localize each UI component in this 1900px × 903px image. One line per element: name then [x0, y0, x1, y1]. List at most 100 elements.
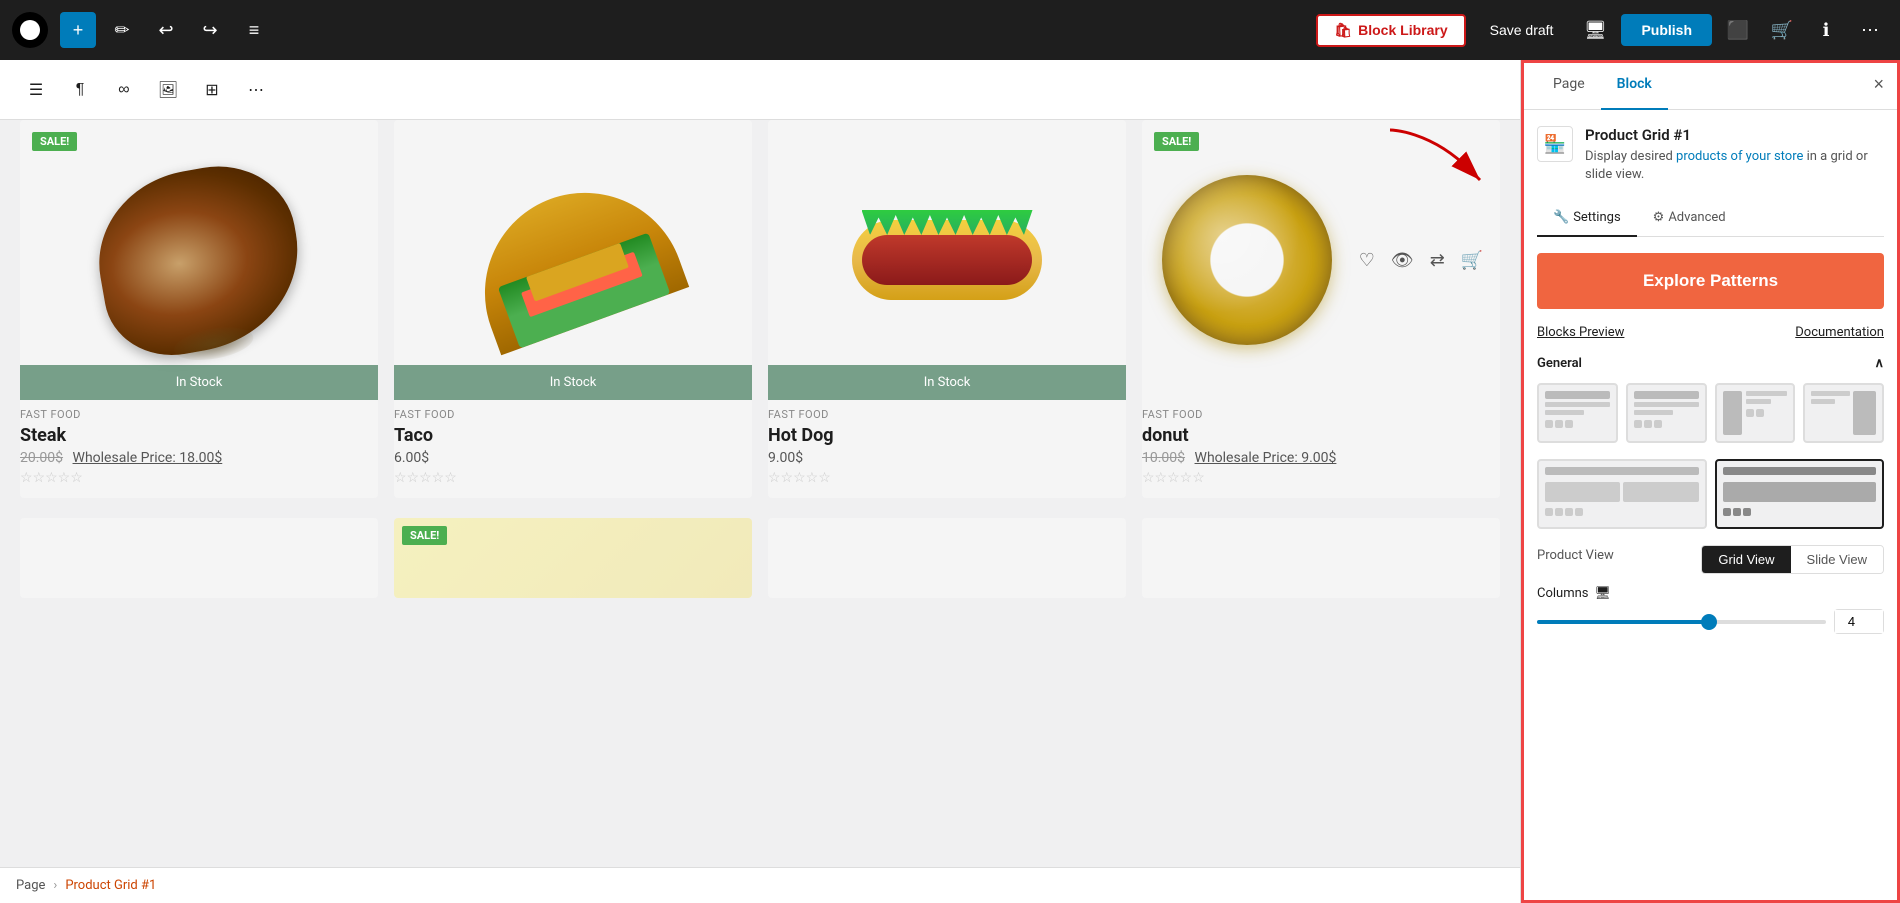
product-info: FAST FOOD Steak 20.00$ Wholesale Price: …	[20, 400, 378, 498]
product-card-partial	[1142, 518, 1500, 598]
list-view-button[interactable]: ≡	[236, 12, 272, 48]
block-desc-link[interactable]: products of your store	[1676, 149, 1803, 164]
right-sidebar: Page Block × 🏪 Product Grid #1 Display d…	[1520, 60, 1900, 903]
products-grid-partial: SALE!	[20, 518, 1500, 598]
product-card: SALE! ♡ 👁 ⇄ 🛒 FAST FOOD donut 10.00$	[1142, 120, 1500, 498]
product-actions: ♡ 👁 ⇄ 🛒	[1347, 238, 1496, 283]
block-icon-symbol: 🏪	[1544, 134, 1566, 155]
media-button[interactable]: 🖼	[148, 70, 188, 110]
product-price: 20.00$ Wholesale Price: 18.00$	[20, 450, 378, 466]
product-category: FAST FOOD	[20, 408, 378, 421]
save-draft-button[interactable]: Save draft	[1474, 16, 1570, 44]
sidebar-close-button[interactable]: ×	[1873, 74, 1884, 95]
block-library-label: Block Library	[1358, 22, 1447, 38]
product-image-area: SALE! ♡ 👁 ⇄ 🛒	[1142, 120, 1500, 400]
breadcrumb-separator: ›	[53, 878, 57, 893]
layout-options-row2	[1537, 459, 1884, 529]
block-desc: Display desired products of your store i…	[1585, 148, 1884, 184]
columns-label: Columns 🖥	[1537, 586, 1884, 601]
wholesale-price: Wholesale Price: 9.00$	[1195, 450, 1337, 466]
table-button[interactable]: ⊞	[192, 70, 232, 110]
columns-input[interactable]	[1835, 610, 1883, 633]
link-button[interactable]: ∞	[104, 70, 144, 110]
product-name: Steak	[20, 425, 378, 446]
explore-patterns-button[interactable]: Explore Patterns	[1537, 253, 1884, 309]
general-section: General ∧	[1537, 356, 1884, 634]
general-section-header[interactable]: General ∧	[1537, 356, 1884, 371]
help-button[interactable]: ℹ	[1808, 12, 1844, 48]
top-bar: + ✏ ↩ ↪ ≡ 🛍 Block Library Save draft 🖥 P…	[0, 0, 1900, 60]
product-info: FAST FOOD Hot Dog 9.00$ ☆☆☆☆☆	[768, 400, 1126, 498]
columns-section: Columns 🖥	[1537, 586, 1884, 634]
add-block-button[interactable]: +	[60, 12, 96, 48]
settings-tab[interactable]: 🔧 Settings	[1537, 200, 1637, 237]
compare-icon[interactable]: ⇄	[1430, 250, 1445, 271]
products-grid: SALE! In Stock FAST FOOD Steak 20.00$ Wh…	[20, 120, 1500, 498]
settings-icon-button[interactable]: ⬛	[1720, 12, 1756, 48]
in-stock-bar: In Stock	[768, 365, 1126, 400]
sale-badge: SALE!	[32, 132, 77, 151]
product-card: In Stock FAST FOOD Hot Dog 9.00$ ☆☆☆☆☆	[768, 120, 1126, 498]
grid-view-button[interactable]: Grid View	[1702, 546, 1790, 573]
product-card-partial: SALE!	[394, 518, 752, 598]
product-image-area: SALE! In Stock	[20, 120, 378, 400]
layout-option-1[interactable]	[1537, 383, 1618, 443]
blocks-preview-link[interactable]: Blocks Preview	[1537, 325, 1624, 340]
documentation-link[interactable]: Documentation	[1795, 325, 1884, 340]
paragraph-button[interactable]: ¶	[60, 70, 100, 110]
breadcrumb-current[interactable]: Product Grid #1	[65, 878, 156, 893]
columns-slider[interactable]	[1537, 620, 1826, 624]
block-library-button[interactable]: 🛍 Block Library	[1316, 14, 1465, 47]
block-library-icon: 🛍	[1334, 22, 1352, 39]
publish-button[interactable]: Publish	[1621, 14, 1712, 46]
breadcrumb-page: Page	[16, 878, 45, 893]
in-stock-bar: In Stock	[20, 365, 378, 400]
main-content: SALE! In Stock FAST FOOD Steak 20.00$ Wh…	[0, 60, 1520, 867]
monitor-icon: 🖥	[1595, 586, 1612, 601]
product-name: Hot Dog	[768, 425, 1126, 446]
product-name: Taco	[394, 425, 752, 446]
layout-option-4[interactable]	[1803, 383, 1884, 443]
sale-badge: SALE!	[1154, 132, 1199, 151]
more-options-button[interactable]: ⋯	[1852, 12, 1888, 48]
block-icon: 🏪	[1537, 126, 1573, 162]
product-card: In Stock FAST FOOD Taco 6.00$ ☆☆☆☆☆	[394, 120, 752, 498]
collapse-icon: ∧	[1874, 356, 1884, 371]
product-rating: ☆☆☆☆☆	[20, 470, 378, 486]
sale-badge-partial: SALE!	[402, 526, 447, 545]
product-card: SALE! In Stock FAST FOOD Steak 20.00$ Wh…	[20, 120, 378, 498]
product-price: 10.00$ Wholesale Price: 9.00$	[1142, 450, 1500, 466]
product-rating: ☆☆☆☆☆	[1142, 470, 1500, 486]
more-sec-button[interactable]: ⋯	[236, 70, 276, 110]
sidebar-tabs: Page Block ×	[1521, 60, 1900, 110]
view-toggle: Grid View Slide View	[1701, 545, 1884, 574]
basket-button[interactable]: 🛒	[1764, 12, 1800, 48]
block-info: Product Grid #1 Display desired products…	[1585, 126, 1884, 184]
layout-option-5[interactable]	[1537, 459, 1707, 529]
layout-option-6[interactable]	[1715, 459, 1885, 529]
gear-icon: ⚙	[1653, 210, 1665, 225]
redo-button[interactable]: ↪	[192, 12, 228, 48]
view-toggle-button[interactable]: 🖥	[1577, 12, 1613, 48]
block-tab[interactable]: Block	[1601, 60, 1668, 110]
wishlist-icon[interactable]: ♡	[1359, 250, 1375, 271]
product-image-area: In Stock	[394, 120, 752, 400]
cart-icon[interactable]: 🛒	[1461, 250, 1483, 271]
sidebar-content: 🏪 Product Grid #1 Display desired produc…	[1521, 110, 1900, 903]
layout-option-2[interactable]	[1626, 383, 1707, 443]
block-header: 🏪 Product Grid #1 Display desired produc…	[1537, 126, 1884, 184]
page-tab[interactable]: Page	[1537, 60, 1601, 110]
edit-button[interactable]: ✏	[104, 12, 140, 48]
product-info: FAST FOOD donut 10.00$ Wholesale Price: …	[1142, 400, 1500, 498]
list-view-sec-button[interactable]: ☰	[16, 70, 56, 110]
wp-logo[interactable]	[12, 12, 48, 48]
view-icon[interactable]: 👁	[1391, 250, 1414, 271]
product-rating: ☆☆☆☆☆	[394, 470, 752, 486]
undo-button[interactable]: ↩	[148, 12, 184, 48]
blocks-doc-row: Blocks Preview Documentation	[1537, 325, 1884, 340]
layout-option-3[interactable]	[1715, 383, 1796, 443]
advanced-tab[interactable]: ⚙ Advanced	[1637, 200, 1742, 237]
columns-input-wrap	[1834, 609, 1884, 634]
slide-view-button[interactable]: Slide View	[1791, 546, 1883, 573]
status-bar: Page › Product Grid #1	[0, 867, 1520, 903]
